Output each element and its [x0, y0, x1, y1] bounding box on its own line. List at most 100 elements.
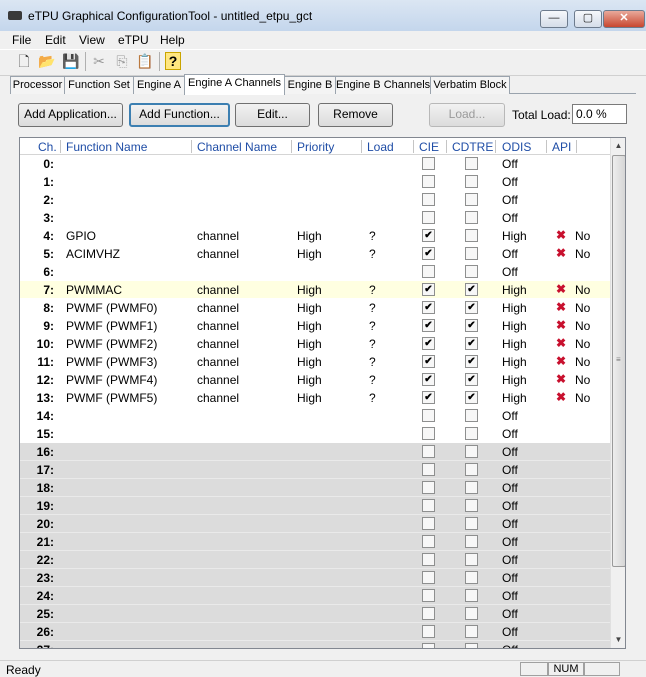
col-header-function-name[interactable]: Function Name: [66, 140, 147, 154]
tab-processor[interactable]: Processor: [10, 76, 65, 94]
copy-icon[interactable]: ⎘: [113, 52, 131, 70]
menu-etpu[interactable]: eTPU: [118, 33, 149, 47]
cdtre-checkbox[interactable]: [465, 535, 478, 548]
table-row[interactable]: 11: PWMF (PWMF3) channel High? ✔ ✔ High ✖ No: [20, 353, 610, 371]
table-row[interactable]: 27: Off: [20, 641, 610, 648]
cdtre-checkbox[interactable]: [465, 499, 478, 512]
cut-icon[interactable]: ✂: [90, 52, 108, 70]
col-header-api[interactable]: API: [552, 140, 571, 154]
scroll-thumb[interactable]: ≡: [612, 155, 625, 567]
cdtre-checkbox[interactable]: [465, 625, 478, 638]
scroll-up-arrow-icon[interactable]: ▲: [611, 138, 625, 154]
close-button[interactable]: ✕: [603, 10, 645, 28]
table-row[interactable]: 0: Off: [20, 155, 610, 173]
col-header-cdtre[interactable]: CDTRE: [452, 140, 493, 154]
cie-checkbox[interactable]: [422, 625, 435, 638]
new-file-icon[interactable]: 🗋: [15, 52, 33, 70]
col-header-ch[interactable]: Ch.: [38, 140, 57, 154]
table-row[interactable]: 25: Off: [20, 605, 610, 623]
menu-help[interactable]: Help: [160, 33, 185, 47]
cdtre-checkbox[interactable]: [465, 517, 478, 530]
cie-checkbox[interactable]: [422, 535, 435, 548]
cie-checkbox[interactable]: [422, 427, 435, 440]
cie-checkbox[interactable]: [422, 589, 435, 602]
cie-checkbox[interactable]: ✔: [422, 391, 435, 404]
cdtre-checkbox[interactable]: ✔: [465, 391, 478, 404]
cie-checkbox[interactable]: [422, 409, 435, 422]
cie-checkbox[interactable]: [422, 571, 435, 584]
table-row[interactable]: 13: PWMF (PWMF5) channel High? ✔ ✔ High ✖ No: [20, 389, 610, 407]
cie-checkbox[interactable]: [422, 481, 435, 494]
remove-button[interactable]: Remove: [318, 103, 393, 127]
cie-checkbox[interactable]: [422, 553, 435, 566]
scroll-down-arrow-icon[interactable]: ▼: [611, 632, 625, 648]
cie-checkbox[interactable]: [422, 211, 435, 224]
table-row[interactable]: 7: PWMMAC channel High? ✔ ✔ High ✖ No: [20, 281, 610, 299]
cdtre-checkbox[interactable]: [465, 643, 478, 648]
cdtre-checkbox[interactable]: ✔: [465, 301, 478, 314]
load-button[interactable]: Load...: [429, 103, 505, 127]
cie-checkbox[interactable]: [422, 643, 435, 648]
cdtre-checkbox[interactable]: ✔: [465, 373, 478, 386]
tab-engine-b[interactable]: Engine B: [284, 76, 336, 94]
paste-icon[interactable]: 📋: [136, 52, 154, 70]
cdtre-checkbox[interactable]: [465, 265, 478, 278]
col-header-priority[interactable]: Priority: [297, 140, 334, 154]
cdtre-checkbox[interactable]: [465, 211, 478, 224]
cie-checkbox[interactable]: ✔: [422, 355, 435, 368]
cdtre-checkbox[interactable]: [465, 409, 478, 422]
save-icon[interactable]: 💾: [62, 52, 80, 70]
table-row[interactable]: 16: Off: [20, 443, 610, 461]
tab-engine-b-channels[interactable]: Engine B Channels: [335, 76, 431, 94]
help-icon[interactable]: ?: [165, 52, 181, 70]
cdtre-checkbox[interactable]: [465, 445, 478, 458]
table-row[interactable]: 6: Off: [20, 263, 610, 281]
add-application-button[interactable]: Add Application...: [18, 103, 123, 127]
tab-function-set[interactable]: Function Set: [64, 76, 134, 94]
vertical-scrollbar[interactable]: ▲ ≡ ▼: [610, 138, 625, 648]
cie-checkbox[interactable]: ✔: [422, 229, 435, 242]
cdtre-checkbox[interactable]: ✔: [465, 337, 478, 350]
cdtre-checkbox[interactable]: [465, 463, 478, 476]
table-row[interactable]: 2: Off: [20, 191, 610, 209]
table-row[interactable]: 15: Off: [20, 425, 610, 443]
col-header-channel-name[interactable]: Channel Name: [197, 140, 277, 154]
cdtre-checkbox[interactable]: ✔: [465, 283, 478, 296]
cie-checkbox[interactable]: [422, 175, 435, 188]
table-row[interactable]: 17: Off: [20, 461, 610, 479]
maximize-button[interactable]: ▢: [574, 10, 602, 28]
table-row[interactable]: 22: Off: [20, 551, 610, 569]
table-row[interactable]: 1: Off: [20, 173, 610, 191]
col-header-cie[interactable]: CIE: [419, 140, 439, 154]
table-row[interactable]: 5: ACIMVHZ channel High? ✔ Off ✖ No: [20, 245, 610, 263]
cdtre-checkbox[interactable]: [465, 229, 478, 242]
cie-checkbox[interactable]: [422, 607, 435, 620]
cie-checkbox[interactable]: ✔: [422, 301, 435, 314]
cie-checkbox[interactable]: ✔: [422, 373, 435, 386]
cie-checkbox[interactable]: [422, 517, 435, 530]
table-row[interactable]: 20: Off: [20, 515, 610, 533]
cie-checkbox[interactable]: ✔: [422, 283, 435, 296]
menu-view[interactable]: View: [79, 33, 105, 47]
cie-checkbox[interactable]: ✔: [422, 337, 435, 350]
edit-button[interactable]: Edit...: [235, 103, 310, 127]
cie-checkbox[interactable]: [422, 463, 435, 476]
table-row[interactable]: 8: PWMF (PWMF0) channel High? ✔ ✔ High ✖ No: [20, 299, 610, 317]
cdtre-checkbox[interactable]: [465, 427, 478, 440]
tab-verbatim-block[interactable]: Verbatim Block: [430, 76, 510, 94]
cie-checkbox[interactable]: [422, 193, 435, 206]
cdtre-checkbox[interactable]: ✔: [465, 355, 478, 368]
cdtre-checkbox[interactable]: [465, 193, 478, 206]
tab-engine-a[interactable]: Engine A: [133, 76, 185, 94]
cdtre-checkbox[interactable]: [465, 607, 478, 620]
tab-engine-a-channels[interactable]: Engine A Channels: [184, 74, 285, 95]
col-header-odis[interactable]: ODIS: [502, 140, 531, 154]
cie-checkbox[interactable]: [422, 445, 435, 458]
cie-checkbox[interactable]: ✔: [422, 247, 435, 260]
cdtre-checkbox[interactable]: [465, 571, 478, 584]
table-row[interactable]: 12: PWMF (PWMF4) channel High? ✔ ✔ High ✖ No: [20, 371, 610, 389]
table-row[interactable]: 14: Off: [20, 407, 610, 425]
table-row[interactable]: 9: PWMF (PWMF1) channel High? ✔ ✔ High ✖ No: [20, 317, 610, 335]
table-row[interactable]: 24: Off: [20, 587, 610, 605]
cdtre-checkbox[interactable]: [465, 157, 478, 170]
